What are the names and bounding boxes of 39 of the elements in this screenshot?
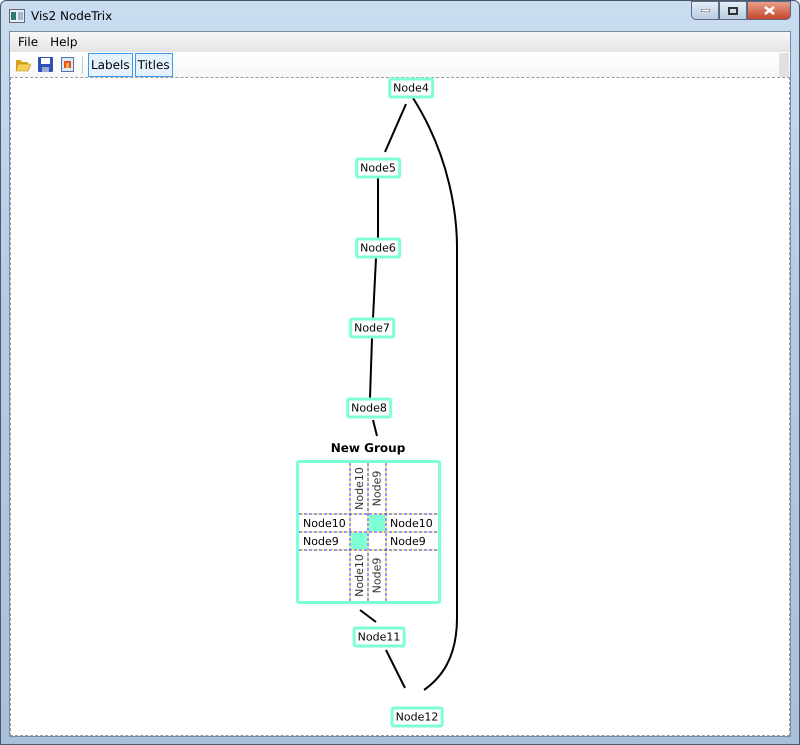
minimize-icon bbox=[700, 9, 710, 12]
toggle-button[interactable]: Titles bbox=[134, 52, 173, 76]
toggle-button[interactable]: Labels bbox=[88, 52, 133, 76]
save-button[interactable] bbox=[35, 54, 55, 74]
edge-line bbox=[377, 178, 379, 238]
edge-line bbox=[359, 609, 377, 623]
maximize-button[interactable] bbox=[719, 1, 747, 20]
close-icon bbox=[764, 6, 774, 15]
menu-item[interactable]: File bbox=[12, 33, 44, 51]
edge-line bbox=[372, 420, 378, 436]
column-label: Node9 bbox=[370, 470, 384, 506]
graph-node: Node7 bbox=[349, 318, 395, 338]
group-title: New Group bbox=[330, 441, 406, 455]
column-label: Node9 bbox=[370, 558, 384, 594]
graph-node: Node12 bbox=[390, 706, 444, 728]
minimize-button[interactable] bbox=[691, 1, 719, 20]
maximize-icon bbox=[728, 6, 738, 14]
edge-line bbox=[384, 104, 407, 152]
toolbar-grip bbox=[779, 52, 789, 76]
graph-node: Node6 bbox=[355, 238, 401, 258]
graph-node: Node4 bbox=[388, 78, 434, 98]
close-button[interactable] bbox=[747, 1, 791, 20]
edge-line bbox=[372, 258, 377, 318]
row-label: Node9 bbox=[390, 534, 426, 548]
folder-icon bbox=[15, 58, 31, 72]
document-icon bbox=[60, 57, 74, 72]
app-icon bbox=[9, 9, 25, 23]
edge-line bbox=[385, 650, 406, 688]
row-label: Node9 bbox=[303, 534, 339, 548]
graph-node: Node5 bbox=[355, 158, 401, 178]
edge-line bbox=[369, 338, 373, 398]
graph-node: Node11 bbox=[352, 626, 406, 648]
row-label: Node10 bbox=[390, 516, 433, 530]
column-label: Node10 bbox=[352, 467, 366, 510]
window-title: Vis2 NodeTrix bbox=[31, 9, 112, 23]
row-label: Node10 bbox=[303, 516, 346, 530]
menu-item[interactable]: Help bbox=[44, 33, 84, 51]
column-label: Node10 bbox=[352, 554, 366, 597]
graph-node: Node8 bbox=[346, 398, 392, 418]
